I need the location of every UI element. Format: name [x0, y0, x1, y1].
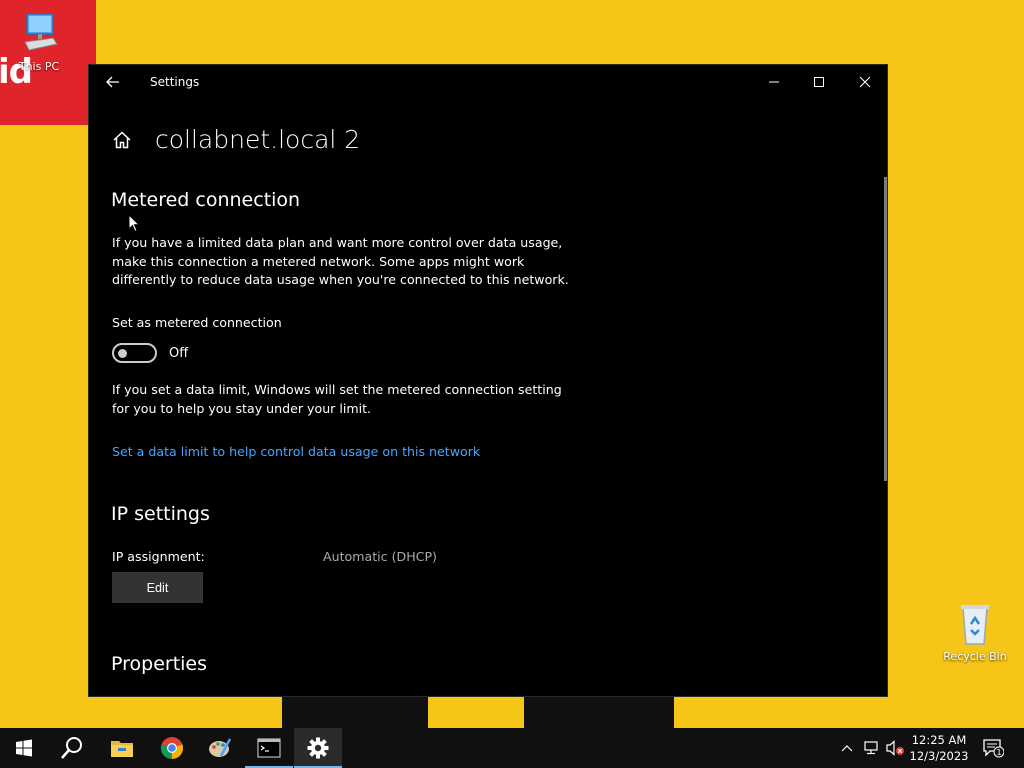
computer-icon [24, 13, 58, 51]
toggle-state-text: Off [169, 346, 189, 361]
paint-icon [209, 738, 232, 757]
metered-toggle-label: Set as metered connection [112, 315, 282, 330]
wallpaper-shape [524, 697, 674, 728]
notification-count: 1 [996, 748, 1001, 757]
terminal-icon [257, 738, 281, 758]
data-limit-description: If you set a data limit, Windows will se… [112, 381, 582, 418]
desktop-icon-label: This PC [18, 60, 60, 73]
maximize-button[interactable] [796, 65, 842, 99]
description-line: differently to reduce data usage when yo… [112, 272, 569, 287]
taskbar-paint[interactable] [196, 728, 244, 768]
desktop-icon-this-pc[interactable]: This PC [1, 10, 77, 73]
mouse-cursor-icon [128, 214, 140, 233]
search-icon [61, 737, 82, 759]
taskbar-file-explorer[interactable] [98, 728, 146, 768]
close-button[interactable] [842, 65, 887, 99]
clock-date: 12/3/2023 [909, 749, 969, 763]
ip-assignment-label: IP assignment: [112, 549, 205, 564]
wallpaper-shape [282, 697, 428, 728]
description-line: for you to help you stay under your limi… [112, 400, 372, 416]
minimize-button[interactable] [751, 65, 797, 99]
page-title: collabnet.local 2 [155, 125, 361, 154]
edit-ip-button[interactable]: Edit [112, 572, 203, 603]
network-tray-button[interactable] [860, 728, 882, 768]
ip-settings-heading: IP settings [111, 503, 210, 525]
metered-description: If you have a limited data plan and want… [112, 234, 582, 290]
taskbar-settings[interactable] [294, 728, 342, 768]
show-hidden-icons-button[interactable] [838, 728, 856, 768]
maximize-icon [814, 77, 824, 87]
recycle-bin-icon [961, 605, 989, 645]
taskbar-clock[interactable]: 12:25 AM 12/3/2023 [904, 732, 974, 764]
settings-window: Settings collabnet.local 2 Metered conne… [88, 64, 888, 697]
minimize-icon [769, 81, 779, 83]
clock-time: 12:25 AM [911, 733, 967, 747]
desktop-icon-label: Recycle Bin [943, 650, 1007, 663]
scrollbar[interactable] [884, 177, 887, 481]
back-button[interactable] [103, 73, 123, 91]
properties-heading: Properties [111, 653, 208, 675]
close-icon [859, 76, 871, 88]
start-icon [16, 739, 32, 757]
taskbar-terminal[interactable] [245, 728, 293, 768]
action-center-button[interactable]: 1 [980, 728, 1006, 768]
back-arrow-icon [106, 76, 119, 88]
toggle-knob [118, 349, 127, 358]
taskbar: 12:25 AM 12/3/2023 1 [0, 728, 1024, 768]
ip-assignment-value: Automatic (DHCP) [323, 549, 437, 564]
description-line: make this connection a metered network. … [112, 253, 525, 269]
set-data-limit-link[interactable]: Set a data limit to help control data us… [112, 444, 480, 459]
volume-muted-icon [886, 740, 904, 756]
description-line: If you set a data limit, Windows will se… [112, 382, 562, 397]
file-explorer-icon [111, 741, 133, 757]
search-button[interactable] [48, 728, 96, 768]
home-icon[interactable] [111, 129, 133, 151]
metered-connection-heading: Metered connection [111, 189, 301, 211]
network-icon [864, 741, 878, 755]
description-line: If you have a limited data plan and want… [112, 235, 563, 250]
metered-connection-toggle[interactable] [112, 343, 157, 363]
desktop-icon-recycle-bin[interactable]: Recycle Bin [937, 602, 1013, 663]
title-bar: Settings [89, 65, 887, 99]
volume-tray-button[interactable] [884, 728, 906, 768]
notification-icon: 1 [983, 739, 1004, 758]
settings-icon [307, 737, 329, 759]
taskbar-chrome[interactable] [148, 728, 196, 768]
window-title: Settings [150, 75, 200, 89]
start-button[interactable] [0, 728, 48, 768]
chevron-up-icon [841, 745, 853, 752]
chrome-icon [160, 737, 184, 759]
page-header: collabnet.local 2 [111, 125, 360, 154]
